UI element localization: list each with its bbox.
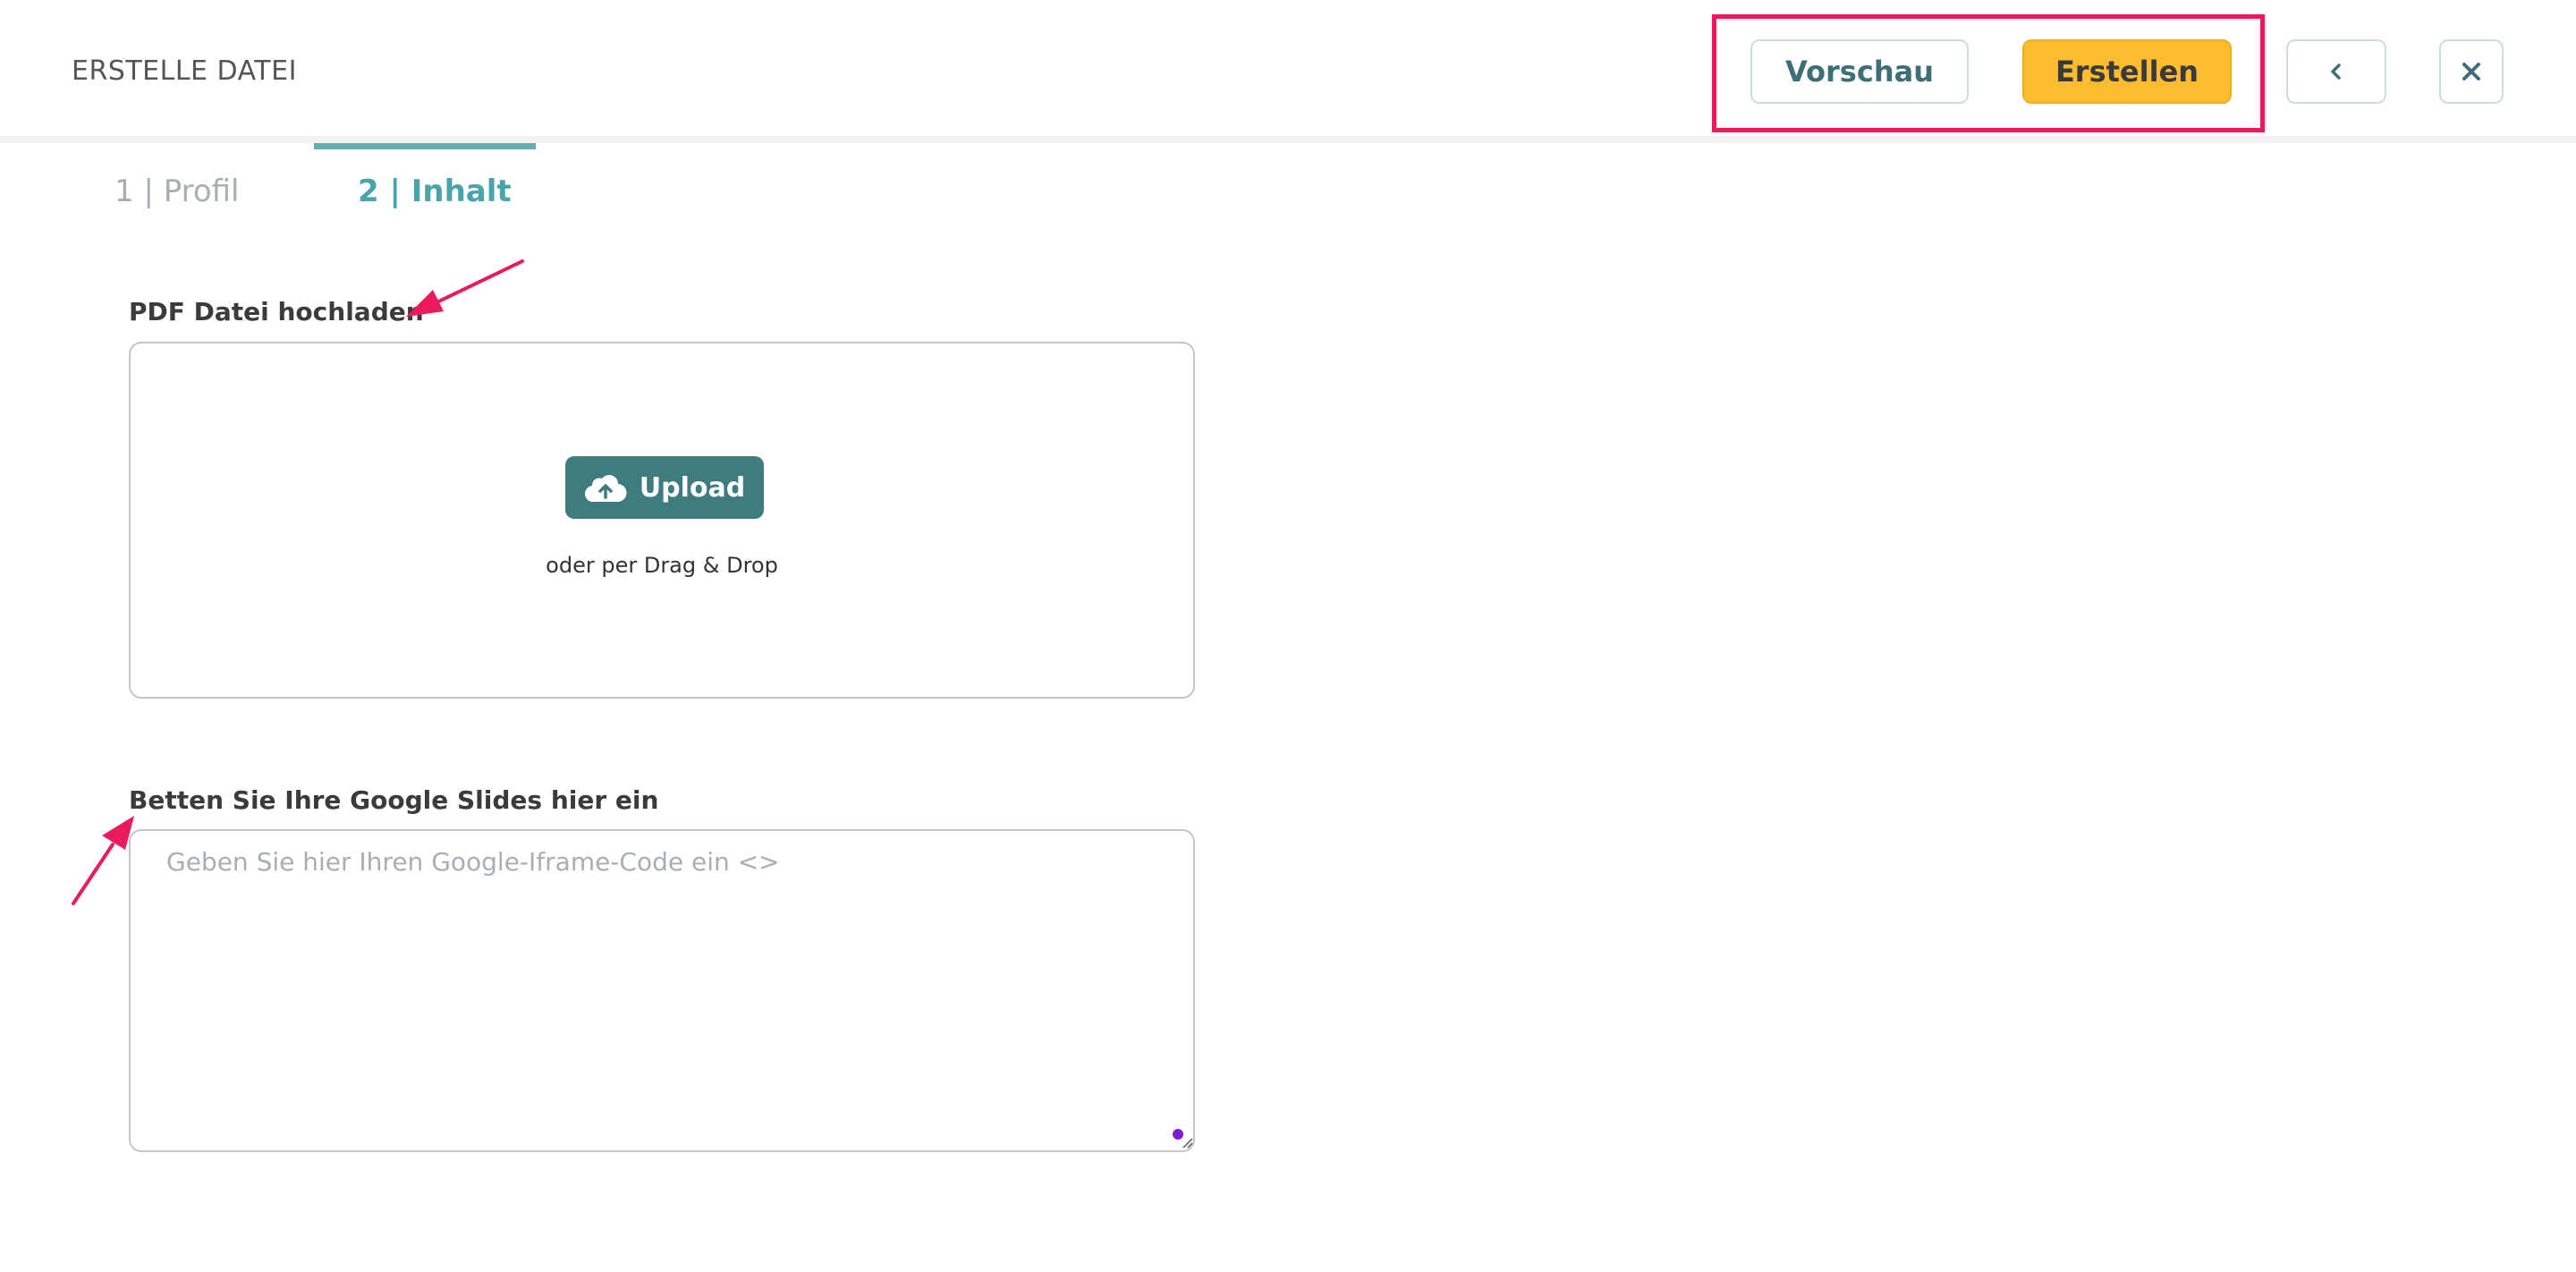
header-bar: ERSTELLE DATEI Vorschau Erstellen <box>0 0 2576 143</box>
back-button[interactable] <box>2286 39 2386 104</box>
close-button[interactable] <box>2439 39 2504 104</box>
chevron-left-icon <box>2331 64 2341 80</box>
resize-grip-icon[interactable] <box>1179 1134 1193 1149</box>
close-icon <box>2462 63 2480 81</box>
create-file-page: ERSTELLE DATEI Vorschau Erstellen 1 | Pr… <box>0 0 2576 1272</box>
slides-embed-label: Betten Sie Ihre Google Slides hier ein <box>129 785 659 815</box>
pdf-dropzone[interactable]: Upload oder per Drag & Drop <box>129 342 1195 699</box>
preview-button[interactable]: Vorschau <box>1750 39 1969 104</box>
tab-profile[interactable]: 1 | Profil <box>114 174 240 209</box>
tab-content[interactable]: 2 | Inhalt <box>358 174 512 209</box>
upload-button-label: Upload <box>639 471 746 504</box>
create-button[interactable]: Erstellen <box>2022 39 2232 104</box>
active-tab-indicator <box>314 143 536 149</box>
pdf-upload-label: PDF Datei hochladen <box>129 297 424 326</box>
upload-button[interactable]: Upload <box>565 456 764 519</box>
drag-drop-hint: oder per Drag & Drop <box>546 553 778 578</box>
cloud-upload-icon <box>584 475 627 503</box>
iframe-code-textarea[interactable] <box>129 829 1195 1152</box>
page-title: ERSTELLE DATEI <box>72 55 297 87</box>
